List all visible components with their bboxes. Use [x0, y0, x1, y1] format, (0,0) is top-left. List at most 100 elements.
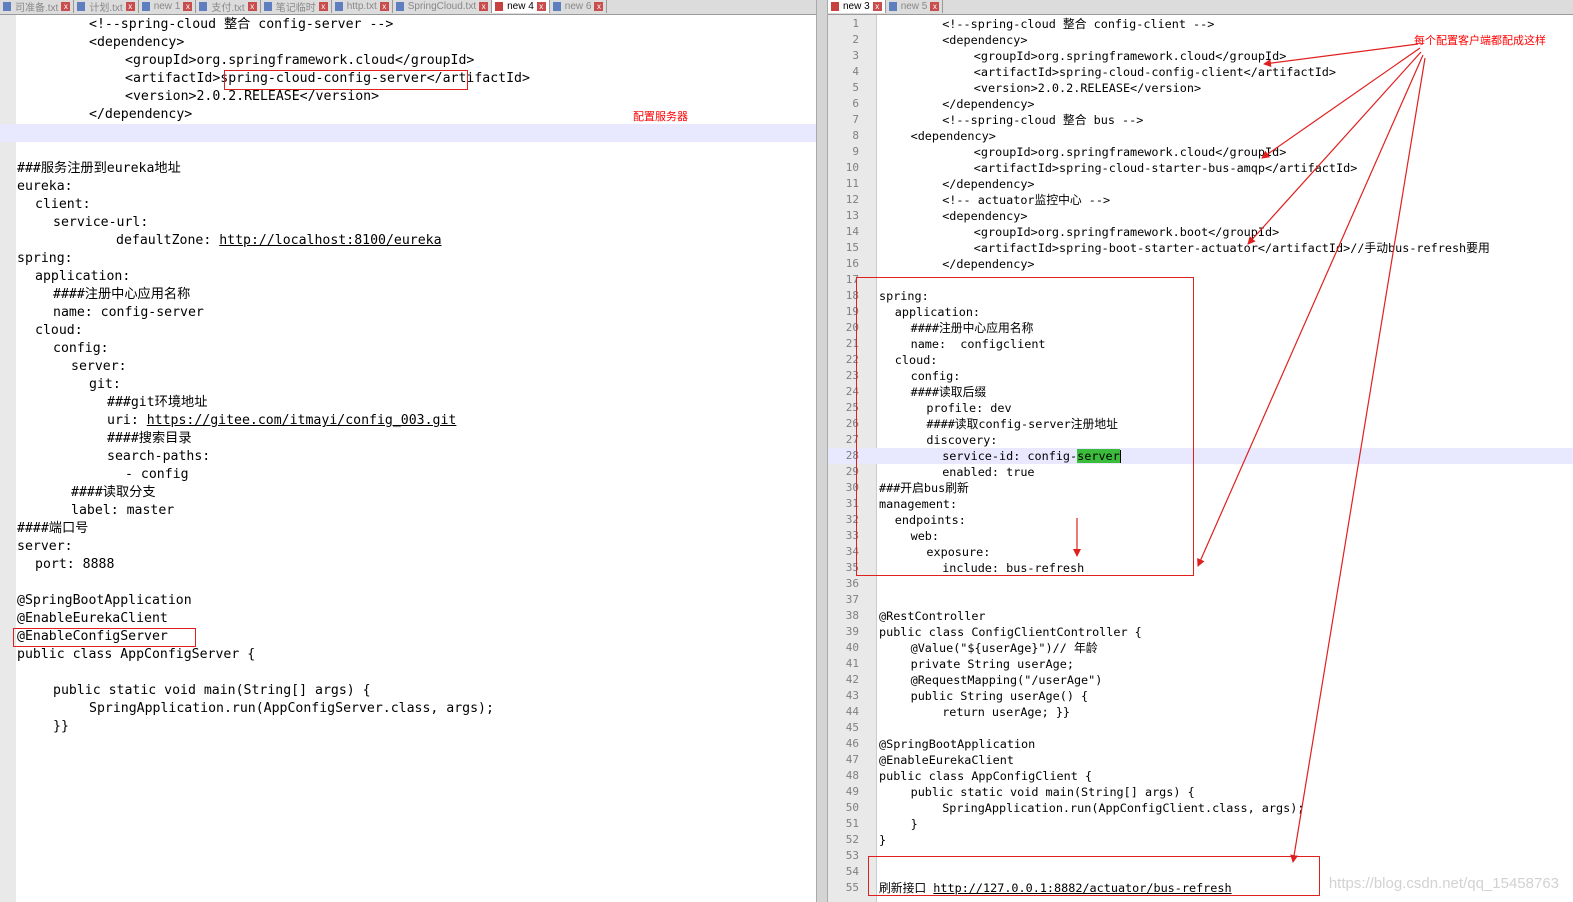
- line-number: 36: [845, 577, 859, 590]
- code-text: @EnableEurekaClient: [879, 753, 1014, 767]
- code-text: server:: [71, 359, 127, 374]
- code-text: <dependency>: [89, 35, 185, 50]
- tab-1[interactable]: 计划.txt x: [74, 0, 139, 14]
- code-text: label: master: [71, 503, 175, 518]
- close-icon[interactable]: x: [479, 2, 489, 11]
- tab-7-active[interactable]: new 4x: [492, 0, 550, 13]
- code-text: public static void main(String[] args) {: [910, 785, 1195, 799]
- code-text: <!--spring-cloud 整合 config-client -->: [942, 17, 1215, 31]
- tab-3[interactable]: 支付.txt x: [196, 0, 261, 14]
- tab-6[interactable]: SpringCloud.txt x: [393, 0, 493, 13]
- close-icon[interactable]: x: [247, 2, 257, 11]
- line-number: 53: [845, 849, 859, 862]
- code-line: SpringApplication.run(AppConfigServer.cl…: [0, 700, 816, 718]
- code-line: <!--spring-cloud 整合 config-server -->: [0, 16, 816, 34]
- tab-new3-active[interactable]: new 3x: [828, 0, 886, 13]
- line-number: 47: [845, 753, 859, 766]
- code-text: config:: [53, 341, 109, 356]
- file-icon: [395, 2, 404, 11]
- line-number: 25: [845, 401, 859, 414]
- code-text: SpringApplication.run(AppConfigClient.cl…: [942, 801, 1305, 815]
- code-line: server:: [0, 358, 816, 376]
- code-line: ####搜索目录: [0, 430, 816, 448]
- code-line: 5 <version>2.0.2.RELEASE</version>: [828, 80, 1573, 96]
- line-number: 50: [845, 801, 859, 814]
- line-number: 51: [845, 817, 859, 830]
- line-number: 35: [845, 561, 859, 574]
- close-icon[interactable]: x: [125, 2, 135, 11]
- close-icon[interactable]: x: [594, 2, 604, 11]
- tab-5[interactable]: http.txt x: [332, 0, 393, 13]
- tab-8[interactable]: new 6x: [550, 0, 608, 13]
- code-line: 14 <groupId>org.springframework.boot</gro…: [828, 224, 1573, 240]
- line-number: 5: [852, 81, 859, 94]
- code-text: uri:: [107, 413, 147, 428]
- annotation-box-enable-config-server: [13, 628, 196, 647]
- code-line: application:: [0, 268, 816, 286]
- line-number: 2: [852, 33, 859, 46]
- watermark: https://blog.csdn.net/qq_15458763: [1328, 875, 1559, 892]
- tab-4[interactable]: 笔记临时 x: [261, 0, 332, 14]
- code-line: search-paths:: [0, 448, 816, 466]
- code-text: return userAge; }}: [942, 705, 1071, 719]
- code-text: <!--spring-cloud 整合 config-server -->: [89, 17, 394, 32]
- tab-0[interactable]: 司准备.txt x: [0, 0, 75, 14]
- code-text: ###服务注册到eureka地址: [17, 161, 181, 176]
- code-line: config:: [0, 340, 816, 358]
- code-line: 8 <dependency>: [828, 128, 1573, 144]
- pane-splitter[interactable]: [816, 0, 828, 902]
- code-line: 42 @RequestMapping("/userAge"): [828, 672, 1573, 688]
- code-text: ####搜索目录: [107, 431, 192, 446]
- tab-new5[interactable]: new 5x: [886, 0, 944, 13]
- line-number: 39: [845, 625, 859, 638]
- code-line: - config: [0, 466, 816, 484]
- close-icon[interactable]: x: [930, 2, 940, 11]
- code-line: label: master: [0, 502, 816, 520]
- tab-2[interactable]: new 1x: [139, 0, 197, 13]
- code-line: public class AppConfigServer {: [0, 646, 816, 664]
- line-number: 3: [852, 49, 859, 62]
- close-icon[interactable]: x: [872, 2, 882, 11]
- code-line: 43 public String userAge() {: [828, 688, 1573, 704]
- annotation-box-artifact: [224, 70, 468, 90]
- file-icon: [495, 2, 504, 11]
- code-line: 50 SpringApplication.run(AppConfigClient.…: [828, 800, 1573, 816]
- left-tab-bar: 司准备.txt x 计划.txt x new 1x 支付.txt x 笔记临时 x ht…: [0, 0, 816, 15]
- line-number: 29: [845, 465, 859, 478]
- eureka-url-link[interactable]: http://localhost:8100/eureka: [219, 233, 441, 248]
- line-number: 10: [845, 161, 859, 174]
- line-number: 38: [845, 609, 859, 622]
- line-number: 48: [845, 769, 859, 782]
- line-number: 43: [845, 689, 859, 702]
- close-icon[interactable]: x: [379, 2, 389, 11]
- code-line: 47 @EnableEurekaClient: [828, 752, 1573, 768]
- code-text: @SpringBootApplication: [879, 737, 1036, 751]
- code-line: 39 public class ConfigClientController {: [828, 624, 1573, 640]
- line-number: 32: [845, 513, 859, 526]
- line-number: 22: [845, 353, 859, 366]
- code-line: defaultZone: http://localhost:8100/eurek…: [0, 232, 816, 250]
- close-icon[interactable]: x: [318, 2, 328, 11]
- close-icon[interactable]: x: [61, 2, 71, 11]
- git-url-link[interactable]: https://gitee.com/itmayi/config_003.git: [147, 413, 457, 428]
- code-text: <!--spring-cloud 整合 bus -->: [942, 113, 1144, 127]
- code-text: - config: [125, 467, 189, 482]
- code-line: 38 @RestController: [828, 608, 1573, 624]
- close-icon[interactable]: x: [183, 2, 193, 11]
- line-number: 8: [852, 129, 859, 142]
- code-text: <!-- actuator监控中心 -->: [942, 193, 1111, 207]
- code-text: }: [879, 833, 887, 847]
- code-text: SpringApplication.run(AppConfigServer.cl…: [89, 701, 494, 716]
- line-number: 33: [845, 529, 859, 542]
- file-icon: [334, 2, 343, 11]
- code-text: private String userAge;: [910, 657, 1074, 671]
- note-each-client: 每个配置客户端都配成这样: [1414, 34, 1546, 47]
- code-text: application:: [35, 269, 131, 284]
- code-text: <artifactId>spring-cloud-starter-bus-amq…: [973, 161, 1358, 175]
- file-icon: [199, 2, 208, 11]
- file-icon: [77, 2, 86, 11]
- code-text: public class AppConfigClient {: [879, 769, 1093, 783]
- line-number: 54: [845, 865, 859, 878]
- close-icon[interactable]: x: [536, 2, 546, 11]
- note-config-server: 配置服务器: [633, 110, 688, 123]
